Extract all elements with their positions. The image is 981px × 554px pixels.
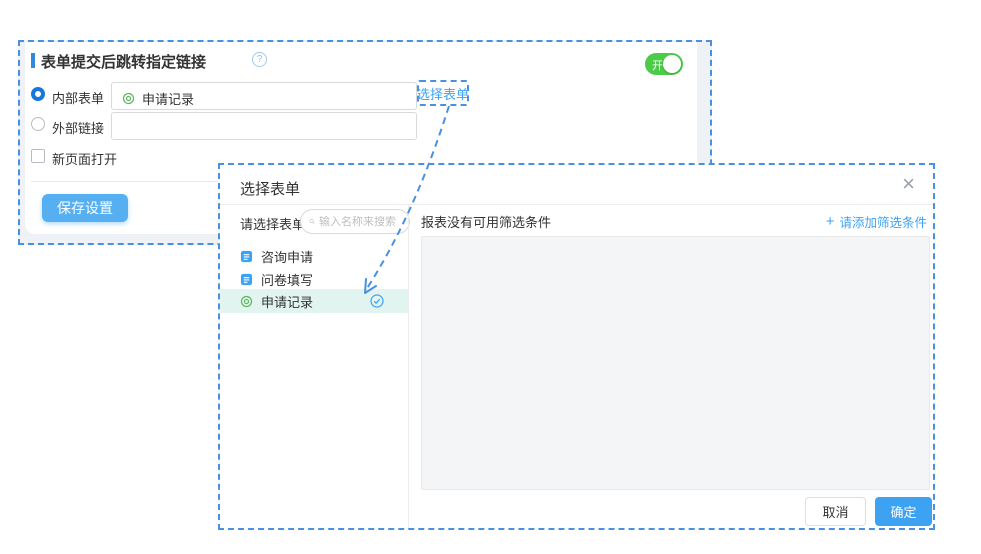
toggle-knob [663, 55, 681, 73]
form-list-item-label: 咨询申请 [261, 247, 313, 266]
select-form-link[interactable]: 选择表单 [417, 84, 469, 103]
select-form-modal: 选择表单 × 请选择表单 咨询申请 问卷填写 [218, 163, 935, 530]
selected-form-text: 申请记录 [142, 89, 194, 108]
external-link-label: 外部链接 [52, 118, 104, 137]
plus-icon: + [826, 215, 835, 229]
internal-form-label: 内部表单 [52, 88, 104, 107]
external-link-input[interactable] [111, 112, 417, 140]
add-filter-label: 请添加筛选条件 [839, 212, 927, 231]
help-icon[interactable]: ? [252, 52, 267, 67]
form-list-item[interactable]: 问卷填写 [220, 268, 409, 291]
target-icon [122, 92, 135, 105]
enabled-toggle[interactable]: 开 [645, 53, 683, 75]
target-icon [240, 295, 253, 308]
internal-form-value-box[interactable]: 申请记录 [111, 82, 417, 110]
external-link-radio[interactable] [31, 117, 45, 131]
select-form-link-highlight: 选择表单 [417, 80, 469, 106]
internal-form-radio[interactable] [31, 87, 45, 101]
new-page-checkbox-label: 新页面打开 [52, 149, 117, 168]
close-icon[interactable]: × [902, 171, 915, 197]
form-search-input[interactable] [319, 216, 403, 228]
save-settings-button[interactable]: 保存设置 [42, 194, 128, 222]
no-filter-text: 报表没有可用筛选条件 [421, 212, 551, 231]
form-doc-icon [240, 250, 253, 263]
form-list-item-selected[interactable]: 申请记录 [220, 289, 409, 313]
form-list-label: 请选择表单 [240, 214, 305, 233]
form-list-item-label: 问卷填写 [261, 270, 313, 289]
cancel-button[interactable]: 取消 [805, 497, 866, 526]
settings-title: 表单提交后跳转指定链接 [41, 51, 206, 72]
form-search-box [300, 209, 410, 234]
modal-header-divider [220, 204, 933, 205]
add-filter-link[interactable]: + 请添加筛选条件 [826, 212, 927, 231]
section-title-bar [31, 53, 35, 68]
selected-form-value: 申请记录 [122, 89, 194, 108]
new-page-checkbox[interactable] [31, 149, 45, 163]
confirm-button[interactable]: 确定 [875, 497, 932, 526]
toggle-on-label: 开 [652, 57, 663, 73]
form-list-item[interactable]: 咨询申请 [220, 245, 409, 268]
form-doc-icon [240, 273, 253, 286]
filter-placeholder-area [421, 236, 930, 490]
search-icon [309, 215, 315, 228]
check-circle-icon [370, 294, 384, 308]
modal-title: 选择表单 [240, 178, 300, 199]
page: 表单提交后跳转指定链接 ? 开 内部表单 申请记录 选择表单 [0, 0, 981, 554]
modal-column-divider [408, 204, 409, 528]
form-list-item-label: 申请记录 [261, 292, 313, 311]
